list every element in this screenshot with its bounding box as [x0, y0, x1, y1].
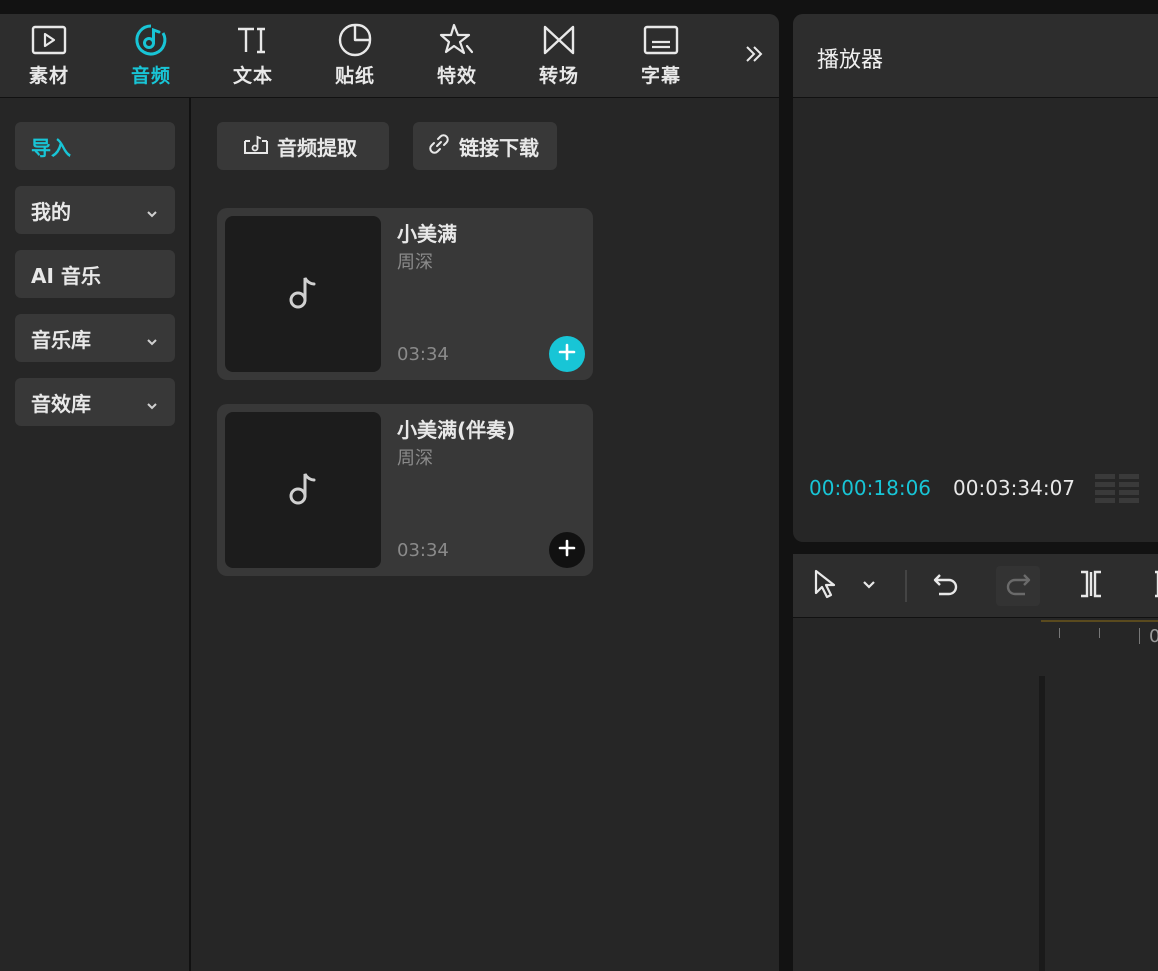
- link-icon: [427, 132, 459, 161]
- player-header: 播放器: [793, 14, 1158, 98]
- tab-media[interactable]: 素材: [9, 22, 89, 92]
- select-mode-dropdown[interactable]: [849, 566, 889, 606]
- tab-audio[interactable]: 音频: [111, 22, 191, 92]
- select-tool-button[interactable]: [803, 566, 847, 606]
- audio-disc-icon: [133, 22, 169, 58]
- tab-effects[interactable]: 特效: [417, 22, 497, 92]
- media-play-icon: [31, 22, 67, 58]
- extract-audio-label: 音频提取: [277, 135, 357, 160]
- sidebar-item-mine[interactable]: 我的: [15, 186, 175, 234]
- media-panel: 素材 音频 文本 贴纸 特效 转场 字幕 导入 我的 AI 音乐 音乐库 音效库…: [0, 14, 779, 971]
- player-title: 播放器: [817, 48, 884, 73]
- audio-sidebar: 导入 我的 AI 音乐 音乐库 音效库: [0, 98, 191, 971]
- redo-icon: [1003, 570, 1033, 602]
- transition-icon: [541, 22, 577, 58]
- music-note-icon: [286, 468, 320, 512]
- sidebar-item-label: 音效库: [31, 391, 91, 416]
- tab-label: 转场: [538, 65, 579, 87]
- tab-transition[interactable]: 转场: [519, 22, 599, 92]
- music-note-icon: [286, 272, 320, 316]
- sidebar-item-label: 导入: [31, 135, 71, 160]
- chevron-down-icon: [145, 330, 159, 346]
- tab-label: 素材: [28, 65, 69, 87]
- plus-icon: [557, 342, 577, 366]
- split-button[interactable]: [1069, 566, 1113, 606]
- tab-label: 文本: [232, 65, 273, 87]
- text-icon: [235, 22, 271, 58]
- audio-card[interactable]: 小美满(伴奏) 周深 03:34: [217, 404, 593, 576]
- audio-content: 音频提取 链接下载 小美满 周深 03:34 小美满(伴奏) 周深 03:34: [193, 98, 779, 971]
- undo-icon: [931, 570, 961, 602]
- extract-audio-button[interactable]: 音频提取: [217, 122, 389, 170]
- timeline-panel: 0: [793, 554, 1158, 971]
- tab-label: 贴纸: [334, 65, 375, 87]
- audio-card[interactable]: 小美满 周深 03:34: [217, 208, 593, 380]
- cursor-arrow-icon: [811, 568, 839, 604]
- add-to-timeline-button[interactable]: [549, 532, 585, 568]
- category-tabs: 素材 音频 文本 贴纸 特效 转场 字幕: [0, 14, 779, 98]
- double-chevron-right-icon: [743, 43, 765, 69]
- more-tabs-button[interactable]: [738, 40, 770, 72]
- undo-button[interactable]: [924, 566, 968, 606]
- chevron-down-icon: [145, 394, 159, 410]
- track-area-edge: [1039, 676, 1045, 971]
- link-download-button[interactable]: 链接下载: [413, 122, 557, 170]
- ruler-tick: [1059, 628, 1060, 638]
- chevron-down-icon: [145, 202, 159, 218]
- tab-label: 音频: [130, 65, 171, 87]
- effects-star-icon: [439, 22, 475, 58]
- sidebar-item-sound-effects[interactable]: 音效库: [15, 378, 175, 426]
- split-left-icon: [1145, 569, 1158, 603]
- split-icon: [1077, 569, 1105, 603]
- tab-sticker[interactable]: 贴纸: [315, 22, 395, 92]
- extract-audio-icon: [243, 133, 277, 160]
- sidebar-item-import[interactable]: 导入: [15, 122, 175, 170]
- timeline-ruler[interactable]: [1041, 620, 1158, 650]
- total-time: 00:03:34:07: [953, 476, 1076, 500]
- track-duration: 03:34: [397, 540, 449, 561]
- tab-text[interactable]: 文本: [213, 22, 293, 92]
- sticker-icon: [337, 22, 373, 58]
- layout-grid-icon[interactable]: [1095, 472, 1141, 508]
- ruler-tick: [1139, 628, 1140, 644]
- audio-thumbnail: [225, 412, 381, 568]
- current-time: 00:00:18:06: [809, 476, 932, 500]
- sidebar-item-ai-music[interactable]: AI 音乐: [15, 250, 175, 298]
- sidebar-item-label: AI 音乐: [31, 263, 101, 288]
- sidebar-item-label: 音乐库: [31, 327, 91, 352]
- ruler-label: 0: [1149, 626, 1158, 647]
- track-artist: 周深: [397, 448, 433, 469]
- track-duration: 03:34: [397, 344, 449, 365]
- chevron-down-icon: [861, 576, 877, 596]
- tab-label: 字幕: [640, 65, 681, 87]
- sidebar-item-label: 我的: [31, 199, 71, 224]
- track-title: 小美满(伴奏): [397, 418, 516, 442]
- tab-label: 特效: [436, 65, 477, 87]
- audio-thumbnail: [225, 216, 381, 372]
- sidebar-item-music-library[interactable]: 音乐库: [15, 314, 175, 362]
- ruler-tick: [1099, 628, 1100, 638]
- timeline-toolbar: [793, 554, 1158, 618]
- track-title: 小美满: [397, 222, 457, 246]
- plus-icon: [557, 538, 577, 562]
- split-left-button[interactable]: [1137, 566, 1158, 606]
- redo-button[interactable]: [996, 566, 1040, 606]
- add-to-timeline-button[interactable]: [549, 336, 585, 372]
- track-artist: 周深: [397, 252, 433, 273]
- player-panel: 播放器 00:00:18:06 00:03:34:07: [793, 14, 1158, 542]
- toolbar-divider: [905, 570, 907, 602]
- link-download-label: 链接下载: [459, 135, 539, 160]
- subtitles-icon: [643, 22, 679, 58]
- tab-subtitles[interactable]: 字幕: [621, 22, 701, 92]
